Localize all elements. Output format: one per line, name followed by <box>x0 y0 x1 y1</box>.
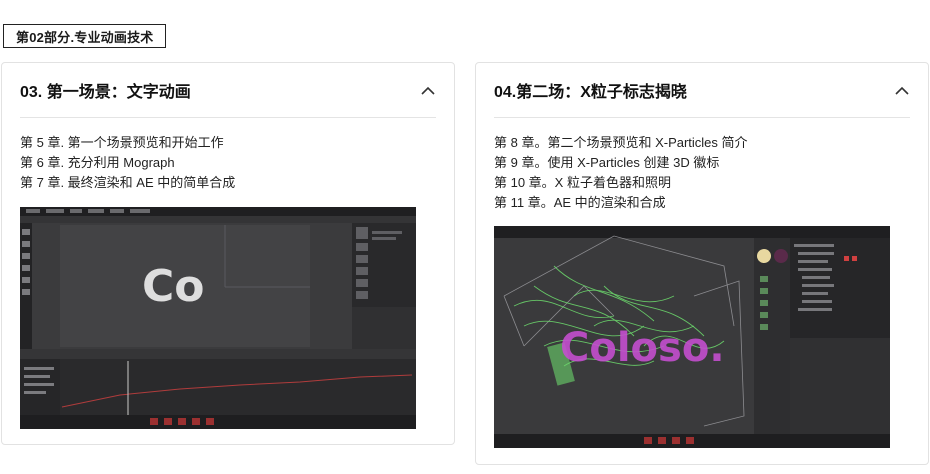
chevron-up-icon[interactable] <box>420 82 436 98</box>
card-header[interactable]: 03. 第一场景：文字动画 <box>20 63 436 118</box>
chapter-item: 第 5 章. 第一个场景预览和开始工作 <box>20 135 224 150</box>
chapter-item: 第 7 章. 最终渲染和 AE 中的简单合成 <box>20 175 236 190</box>
preview-screenshot: Co <box>20 207 416 429</box>
card-header[interactable]: 04.第二场：X粒子标志揭晓 <box>494 63 910 118</box>
chapter-item: 第 9 章。使用 X-Particles 创建 3D 徽标 <box>494 155 720 170</box>
preview-screenshot: Coloso. <box>494 226 890 448</box>
chapter-item: 第 11 章。AE 中的渲染和合成 <box>494 195 666 210</box>
course-card-03: 03. 第一场景：文字动画 第 5 章. 第一个场景预览和开始工作 第 6 章.… <box>1 62 455 445</box>
section-label: 第02部分.专业动画技术 <box>3 24 167 48</box>
card-title: 03. 第一场景：文字动画 <box>20 84 191 101</box>
chapter-item: 第 10 章。X 粒子着色器和照明 <box>494 175 671 190</box>
preview-logo-text: Coloso. <box>560 325 725 371</box>
course-card-04: 04.第二场：X粒子标志揭晓 第 8 章。第二个场景预览和 X-Particle… <box>475 62 929 465</box>
chapter-list: 第 8 章。第二个场景预览和 X-Particles 简介 第 9 章。使用 X… <box>494 133 748 213</box>
chapter-item: 第 6 章. 充分利用 Mograph <box>20 155 175 170</box>
chevron-up-icon[interactable] <box>894 82 910 98</box>
chapter-list: 第 5 章. 第一个场景预览和开始工作 第 6 章. 充分利用 Mograph … <box>20 133 235 193</box>
preview-logo-text: Co <box>142 261 205 312</box>
chapter-item: 第 8 章。第二个场景预览和 X-Particles 简介 <box>494 135 748 150</box>
card-title: 04.第二场：X粒子标志揭晓 <box>494 84 687 101</box>
